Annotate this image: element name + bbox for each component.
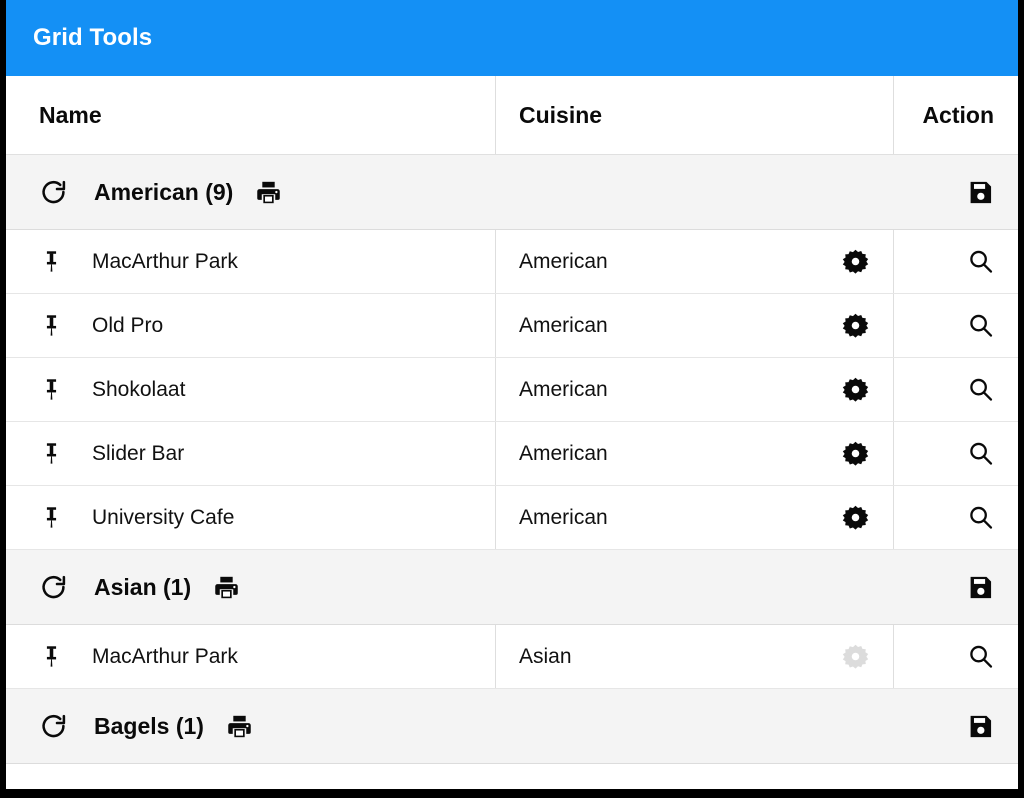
cell-action xyxy=(894,486,1018,549)
table-row[interactable]: MacArthur Park Asian xyxy=(6,625,1018,689)
search-icon[interactable] xyxy=(967,248,994,275)
group-header-label: Bagels (1) xyxy=(94,712,204,739)
cell-cuisine: American xyxy=(496,422,894,485)
row-cuisine-label: Asian xyxy=(519,644,572,668)
cell-cuisine: American xyxy=(496,486,894,549)
group-header-label: Asian (1) xyxy=(94,573,192,600)
cell-name: Slider Bar xyxy=(6,422,496,485)
table-row[interactable]: Shokolaat American xyxy=(6,358,1018,422)
print-icon[interactable] xyxy=(213,574,240,601)
row-name-label: Slider Bar xyxy=(92,441,185,465)
search-icon[interactable] xyxy=(967,643,994,670)
group-header-row[interactable]: Bagels (1) xyxy=(6,689,1018,764)
row-cuisine-label: American xyxy=(519,249,608,273)
pin-icon[interactable] xyxy=(39,644,64,669)
pin-icon[interactable] xyxy=(39,313,64,338)
refresh-icon[interactable] xyxy=(39,573,68,602)
row-name-label: Shokolaat xyxy=(92,377,186,401)
table-row[interactable]: MacArthur Park American xyxy=(6,230,1018,294)
group-header-row[interactable]: Asian (1) xyxy=(6,550,1018,625)
column-header-name-label: Name xyxy=(39,101,102,128)
save-button[interactable] xyxy=(967,179,994,206)
gear-icon[interactable] xyxy=(842,504,869,531)
gear-icon[interactable] xyxy=(842,248,869,275)
print-icon[interactable] xyxy=(255,179,282,206)
cell-action xyxy=(894,358,1018,421)
print-button[interactable] xyxy=(213,574,240,601)
row-cuisine-label: American xyxy=(519,377,608,401)
save-button[interactable] xyxy=(967,713,994,740)
print-button[interactable] xyxy=(226,713,253,740)
pin-icon[interactable] xyxy=(39,377,64,402)
search-icon[interactable] xyxy=(967,440,994,467)
row-cuisine-label: American xyxy=(519,505,608,529)
print-icon[interactable] xyxy=(226,713,253,740)
group-header-label: American (9) xyxy=(94,178,234,205)
column-header-name[interactable]: Name xyxy=(6,76,496,154)
save-button[interactable] xyxy=(967,574,994,601)
column-header-action-label: Action xyxy=(922,101,994,128)
cell-name: University Cafe xyxy=(6,486,496,549)
group-header-controls: Bagels (1) xyxy=(39,712,967,741)
table-row[interactable]: Old Pro American xyxy=(6,294,1018,358)
row-name-label: MacArthur Park xyxy=(92,644,238,668)
cell-action xyxy=(894,625,1018,688)
column-header-cuisine-label: Cuisine xyxy=(519,101,603,128)
pin-icon[interactable] xyxy=(39,505,64,530)
group-header-controls: Asian (1) xyxy=(39,573,967,602)
group-header-controls: American (9) xyxy=(39,178,967,207)
search-icon[interactable] xyxy=(967,312,994,339)
cell-action xyxy=(894,230,1018,293)
cell-cuisine: American xyxy=(496,358,894,421)
row-name-label: University Cafe xyxy=(92,505,235,529)
cell-cuisine: Asian xyxy=(496,625,894,688)
print-button[interactable] xyxy=(255,179,282,206)
cell-cuisine: American xyxy=(496,294,894,357)
save-icon[interactable] xyxy=(967,179,994,206)
gear-icon xyxy=(842,643,869,670)
save-icon[interactable] xyxy=(967,713,994,740)
data-grid: Name Cuisine Action American (9) MacArthu… xyxy=(6,76,1018,764)
search-icon[interactable] xyxy=(967,504,994,531)
cell-name: Shokolaat xyxy=(6,358,496,421)
column-header-action: Action xyxy=(894,76,1018,154)
search-icon[interactable] xyxy=(967,376,994,403)
page-title: Grid Tools xyxy=(33,24,153,51)
table-row[interactable]: Slider Bar American xyxy=(6,422,1018,486)
gear-icon[interactable] xyxy=(842,312,869,339)
cell-action xyxy=(894,422,1018,485)
pin-icon[interactable] xyxy=(39,441,64,466)
gear-icon[interactable] xyxy=(842,440,869,467)
refresh-icon[interactable] xyxy=(39,178,68,207)
table-row[interactable]: University Cafe American xyxy=(6,486,1018,550)
grid-tools-window: Grid Tools Name Cuisine Action American … xyxy=(0,0,1024,798)
row-name-label: Old Pro xyxy=(92,313,164,337)
row-name-label: MacArthur Park xyxy=(92,249,238,273)
cell-name: MacArthur Park xyxy=(6,625,496,688)
grid-body: American (9) MacArthur Park American Old Pr… xyxy=(6,155,1018,764)
title-bar: Grid Tools xyxy=(6,0,1018,76)
pin-icon[interactable] xyxy=(39,249,64,274)
cell-cuisine: American xyxy=(496,230,894,293)
group-header-row[interactable]: American (9) xyxy=(6,155,1018,230)
row-cuisine-label: American xyxy=(519,441,608,465)
column-header-cuisine[interactable]: Cuisine xyxy=(496,76,894,154)
grid-header-row: Name Cuisine Action xyxy=(6,76,1018,155)
cell-name: Old Pro xyxy=(6,294,496,357)
cell-action xyxy=(894,294,1018,357)
row-cuisine-label: American xyxy=(519,313,608,337)
cell-name: MacArthur Park xyxy=(6,230,496,293)
gear-icon[interactable] xyxy=(842,376,869,403)
save-icon[interactable] xyxy=(967,574,994,601)
refresh-icon[interactable] xyxy=(39,712,68,741)
